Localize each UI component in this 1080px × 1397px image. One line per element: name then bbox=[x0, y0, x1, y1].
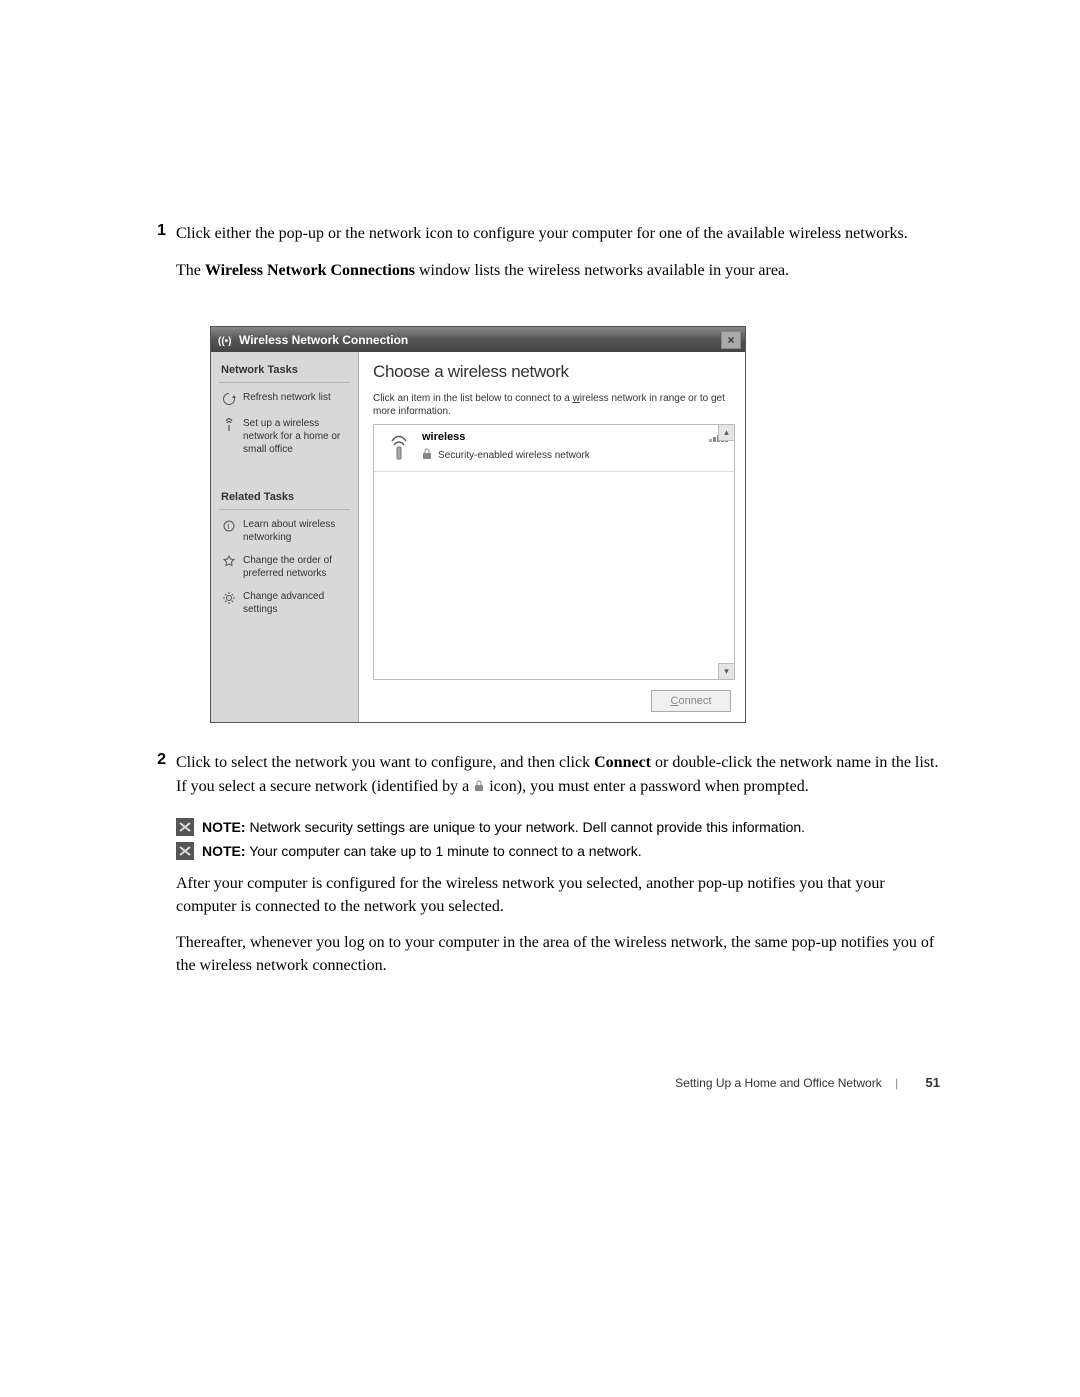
window-title: Wireless Network Connection bbox=[239, 333, 408, 347]
text: window lists the wireless networks avail… bbox=[415, 262, 789, 279]
wireless-network-icon bbox=[382, 431, 416, 465]
step-1: 1 Click either the pop-up or the network… bbox=[148, 222, 940, 296]
lock-icon bbox=[422, 448, 434, 463]
antenna-icon bbox=[221, 417, 237, 433]
step-1-number: 1 bbox=[148, 222, 176, 296]
sidebar-section-network-tasks: Network Tasks bbox=[211, 352, 358, 382]
wireless-icon: ((•)) bbox=[217, 332, 233, 348]
paragraph-2: Thereafter, whenever you log on to your … bbox=[176, 931, 940, 977]
window-body: Network Tasks Refresh network list Set u… bbox=[211, 352, 745, 722]
text: icon), you must enter a password when pr… bbox=[485, 778, 808, 795]
info-icon: i bbox=[221, 518, 237, 534]
scroll-down-icon[interactable]: ▾ bbox=[718, 663, 734, 679]
network-name: wireless bbox=[422, 431, 703, 443]
note-body: Your computer can take up to 1 minute to… bbox=[246, 843, 642, 859]
sidebar-item-order[interactable]: Change the order of preferred networks bbox=[211, 549, 358, 585]
divider bbox=[219, 509, 350, 510]
note-label: NOTE: bbox=[202, 843, 246, 859]
text: Click to select the network you want to … bbox=[176, 754, 594, 771]
underline: w bbox=[573, 393, 580, 404]
network-info: wireless Security-enabled wireless netwo… bbox=[422, 431, 703, 463]
network-security-row: Security-enabled wireless network bbox=[422, 448, 703, 463]
note-1-text: NOTE: Network security settings are uniq… bbox=[202, 818, 805, 836]
text: onnect bbox=[678, 695, 711, 707]
network-security-text: Security-enabled wireless network bbox=[438, 450, 590, 461]
star-icon bbox=[221, 554, 237, 570]
close-icon[interactable]: × bbox=[721, 331, 741, 349]
sidebar-item-label: Learn about wireless networking bbox=[243, 518, 350, 544]
note-2: NOTE: Your computer can take up to 1 min… bbox=[148, 842, 940, 860]
page-footer: Setting Up a Home and Office Network | 5… bbox=[148, 1075, 940, 1090]
sidebar-item-learn[interactable]: i Learn about wireless networking bbox=[211, 513, 358, 549]
paragraph-1: After your computer is configured for th… bbox=[176, 872, 940, 918]
network-item[interactable]: wireless Security-enabled wireless netwo… bbox=[374, 425, 734, 472]
note-label: NOTE: bbox=[202, 819, 246, 835]
text: Click an item in the list below to conne… bbox=[373, 393, 573, 404]
note-body: Network security settings are unique to … bbox=[246, 819, 806, 835]
lock-icon bbox=[473, 779, 485, 793]
sidebar-item-label: Refresh network list bbox=[243, 391, 350, 404]
note-icon bbox=[176, 842, 194, 860]
footer-separator: | bbox=[885, 1076, 908, 1090]
step-2-body: Click to select the network you want to … bbox=[176, 751, 940, 811]
step-1-body: Click either the pop-up or the network i… bbox=[176, 222, 940, 296]
refresh-icon bbox=[221, 391, 237, 407]
screenshot-container: ((•)) Wireless Network Connection × Netw… bbox=[210, 326, 746, 723]
panel-heading: Choose a wireless network bbox=[373, 362, 735, 382]
step-2-text: Click to select the network you want to … bbox=[176, 751, 940, 797]
sidebar-item-setup[interactable]: Set up a wireless network for a home or … bbox=[211, 412, 358, 461]
sidebar-item-advanced[interactable]: Change advanced settings bbox=[211, 585, 358, 621]
panel-instruction: Click an item in the list below to conne… bbox=[373, 392, 735, 418]
divider bbox=[219, 382, 350, 383]
step-2-number: 2 bbox=[148, 751, 176, 811]
sidebar-section-related-tasks: Related Tasks bbox=[211, 479, 358, 509]
connect-button[interactable]: Connect bbox=[651, 690, 731, 712]
svg-text:((•)): ((•)) bbox=[218, 336, 232, 347]
footer-section: Setting Up a Home and Office Network bbox=[675, 1076, 882, 1090]
step-1-text: Click either the pop-up or the network i… bbox=[176, 222, 940, 245]
sidebar-item-label: Change the order of preferred networks bbox=[243, 554, 350, 580]
main-panel: Choose a wireless network Click an item … bbox=[359, 352, 745, 722]
network-list[interactable]: ▴ wireless Security-enabled wireless net… bbox=[373, 424, 735, 680]
sidebar-item-refresh[interactable]: Refresh network list bbox=[211, 386, 358, 412]
svg-text:i: i bbox=[227, 521, 229, 531]
footer-page-number: 51 bbox=[912, 1075, 940, 1090]
note-2-text: NOTE: Your computer can take up to 1 min… bbox=[202, 842, 642, 860]
sidebar-item-label: Set up a wireless network for a home or … bbox=[243, 417, 350, 456]
text: The bbox=[176, 262, 205, 279]
step-1-para2: The Wireless Network Connections window … bbox=[176, 259, 940, 282]
gear-icon bbox=[221, 590, 237, 606]
button-row: Connect bbox=[373, 680, 735, 722]
window-name-bold: Wireless Network Connections bbox=[205, 262, 415, 279]
scroll-up-icon[interactable]: ▴ bbox=[718, 425, 734, 441]
step-2: 2 Click to select the network you want t… bbox=[148, 751, 940, 811]
sidebar-item-label: Change advanced settings bbox=[243, 590, 350, 616]
note-1: NOTE: Network security settings are uniq… bbox=[148, 818, 940, 836]
window-titlebar: ((•)) Wireless Network Connection × bbox=[211, 327, 745, 352]
connect-bold: Connect bbox=[594, 754, 651, 771]
xp-window: ((•)) Wireless Network Connection × Netw… bbox=[210, 326, 746, 723]
sidebar: Network Tasks Refresh network list Set u… bbox=[211, 352, 359, 722]
note-icon bbox=[176, 818, 194, 836]
